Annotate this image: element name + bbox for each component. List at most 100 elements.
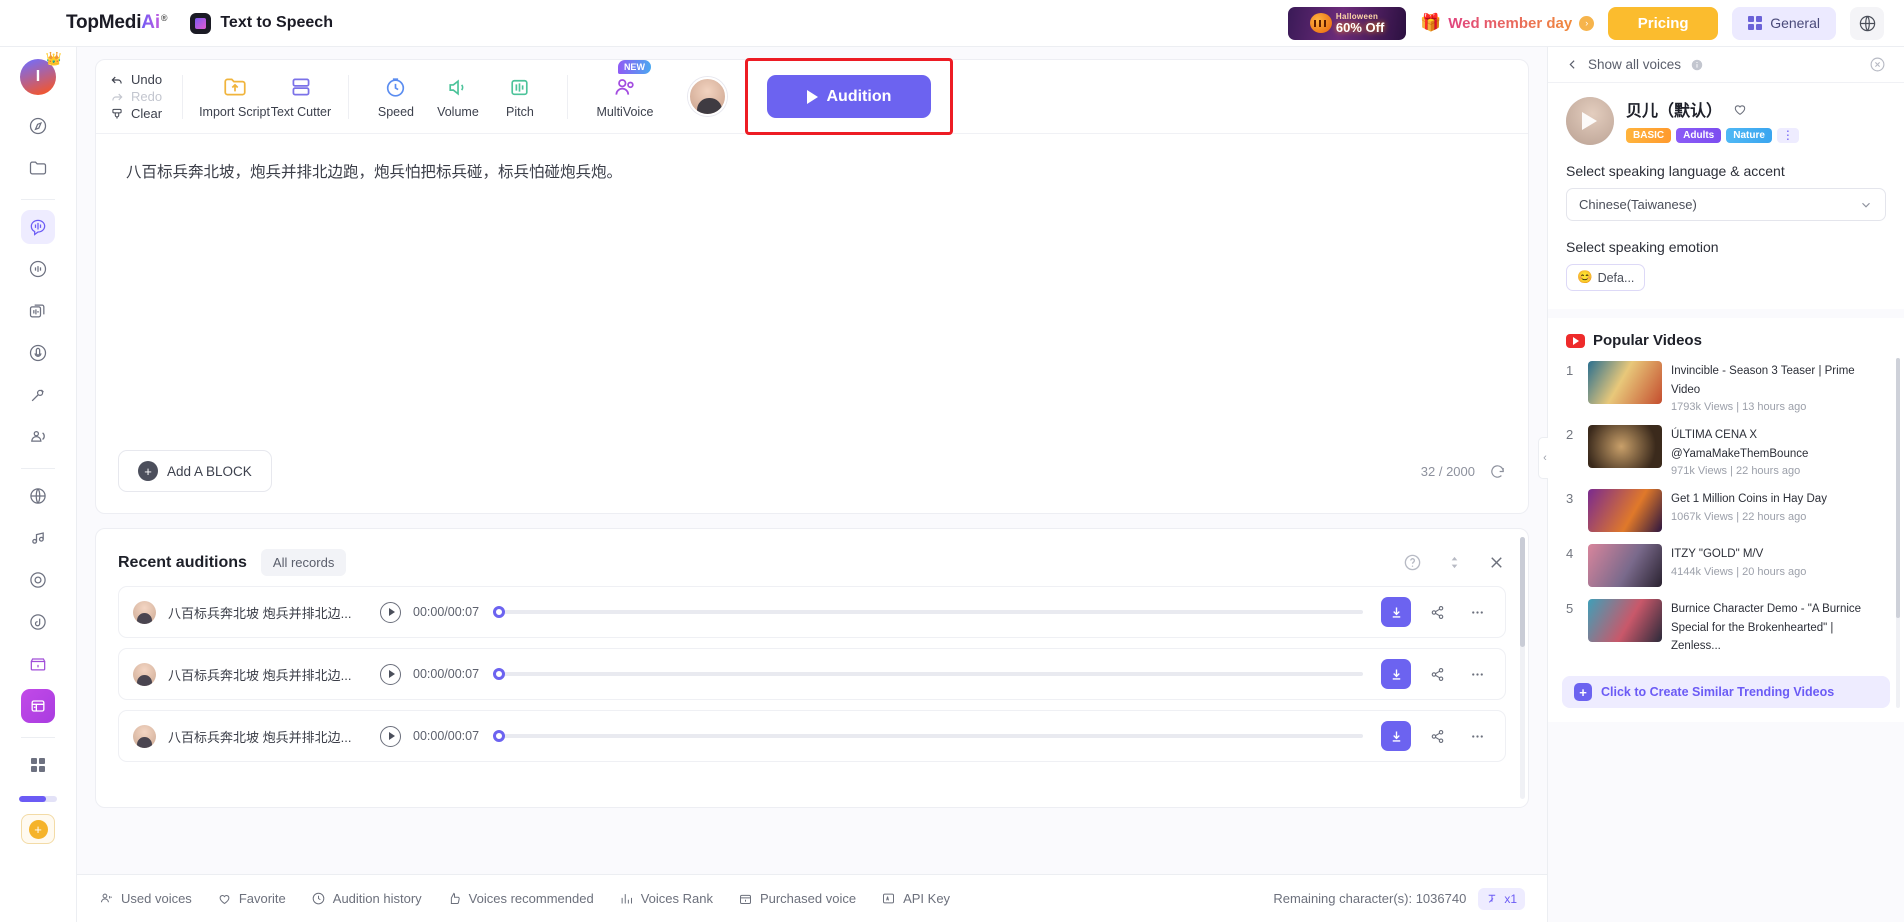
create-similar-videos-button[interactable]: + Click to Create Similar Trending Video…	[1562, 676, 1890, 708]
gift-icon: 🎁	[1420, 13, 1442, 32]
audio-progress-slider[interactable]	[493, 730, 1363, 742]
slider-knob[interactable]	[493, 606, 506, 618]
undo-button[interactable]: Undo	[110, 72, 162, 87]
language-select[interactable]: Chinese(Taiwanese)	[1566, 188, 1886, 221]
audition-row[interactable]: 八百标兵奔北坡 炮兵并排北边... 00:00/00:07	[118, 710, 1506, 762]
heart-icon[interactable]	[1732, 101, 1748, 117]
volume-label: Volume	[437, 104, 479, 119]
voice-name: 贝儿（默认）	[1626, 103, 1723, 120]
footer-item-favorite[interactable]: Favorite	[217, 891, 286, 906]
audition-row[interactable]: 八百标兵奔北坡 炮兵并排北边... 00:00/00:07	[118, 648, 1506, 700]
share-button[interactable]	[1423, 660, 1451, 688]
videos-scrollbar-thumb[interactable]	[1896, 358, 1900, 618]
purchased-icon	[739, 894, 751, 904]
play-button[interactable]	[380, 663, 401, 685]
download-button[interactable]	[1381, 721, 1411, 751]
text-cutter-button[interactable]: Text Cutter	[270, 74, 332, 119]
close-icon[interactable]	[1487, 553, 1506, 572]
user-avatar[interactable]: I 👑	[20, 51, 62, 95]
video-rank: 4	[1566, 546, 1574, 562]
sidebar-item-discover[interactable]	[21, 109, 55, 143]
audition-row[interactable]: 八百标兵奔北坡 炮兵并排北边... 00:00/00:07	[118, 586, 1506, 638]
playback-speed-chip[interactable]: x1	[1478, 887, 1525, 910]
voice-more-button[interactable]: ⋮	[1776, 128, 1799, 144]
more-button[interactable]	[1463, 660, 1491, 688]
pricing-button[interactable]: Pricing	[1608, 6, 1719, 40]
download-button[interactable]	[1381, 597, 1411, 627]
halloween-promo-banner[interactable]: Halloween 60% Off	[1288, 6, 1407, 40]
audio-progress-slider[interactable]	[493, 668, 1363, 680]
share-button[interactable]	[1423, 598, 1451, 626]
sidebar-item-store[interactable]	[21, 647, 55, 681]
voice-avatar[interactable]	[1566, 97, 1614, 145]
slider-knob[interactable]	[493, 668, 506, 680]
footer-item-api-key[interactable]: API Key	[881, 891, 950, 906]
info-icon[interactable]	[1690, 58, 1704, 72]
audio-progress-slider[interactable]	[493, 606, 1363, 618]
sort-icon[interactable]	[1446, 554, 1463, 571]
play-button[interactable]	[380, 725, 401, 747]
brand-name: TopMediAi®	[66, 12, 168, 33]
clear-label: Clear	[131, 106, 163, 121]
sidebar-item-translator[interactable]	[21, 479, 55, 513]
member-day-banner[interactable]: 🎁 Wed member day ›	[1420, 13, 1595, 33]
download-button[interactable]	[1381, 659, 1411, 689]
sidebar-item-text-to-speech[interactable]	[21, 210, 55, 244]
sidebar-item-voice-recorder[interactable]	[21, 378, 55, 412]
footer-item-audition-history[interactable]: Audition history	[311, 891, 422, 906]
store-icon	[30, 658, 46, 671]
add-credits-button[interactable]: +	[21, 814, 55, 844]
sidebar-item-voice-clone[interactable]	[21, 336, 55, 370]
pitch-button[interactable]: Pitch	[489, 75, 551, 119]
video-item[interactable]: 3 Get 1 Million Coins in Hay Day 1067k V…	[1566, 489, 1886, 533]
sidebar-item-voice-changer[interactable]	[21, 252, 55, 286]
emotion-chip[interactable]: 😊 Defa...	[1566, 264, 1646, 291]
footer-item-used-voices[interactable]: Used voices	[99, 891, 192, 906]
chevron-left-icon[interactable]	[1566, 58, 1579, 71]
speed-button[interactable]: Speed	[365, 75, 427, 119]
show-all-voices-label[interactable]: Show all voices	[1588, 57, 1681, 72]
more-button[interactable]	[1463, 722, 1491, 750]
right-panel-close[interactable]	[1869, 56, 1886, 73]
brand[interactable]: TopMediAi® Text to Speech	[66, 12, 333, 34]
general-button[interactable]: General	[1732, 6, 1836, 40]
sidebar-item-music[interactable]	[21, 521, 55, 555]
video-item[interactable]: 1 Invincible - Season 3 Teaser | Prime V…	[1566, 361, 1886, 413]
play-button[interactable]	[380, 601, 401, 623]
selected-voice-avatar[interactable]	[687, 77, 727, 116]
editor-footer: + Add A BLOCK 32 / 2000	[96, 429, 1528, 513]
video-meta: 971k Views | 22 hours ago	[1671, 465, 1801, 478]
language-globe-button[interactable]	[1850, 6, 1884, 40]
footer-item-voices-recommended[interactable]: Voices recommended	[447, 891, 594, 906]
refresh-icon[interactable]	[1489, 463, 1506, 480]
import-script-button[interactable]: Import Script	[199, 74, 270, 119]
audition-button[interactable]: Audition	[766, 75, 931, 118]
add-block-button[interactable]: + Add A BLOCK	[118, 450, 272, 492]
volume-button[interactable]: Volume	[427, 75, 489, 119]
character-counter: 32 / 2000	[1420, 463, 1475, 479]
audition-highlight-box: Audition	[744, 58, 953, 135]
slider-knob[interactable]	[493, 730, 506, 742]
sidebar-item-apps[interactable]	[21, 748, 55, 782]
sidebar-item-tiktok[interactable]	[21, 605, 55, 639]
sidebar-item-speech-to-text[interactable]	[21, 420, 55, 454]
footer-item-voices-rank[interactable]: Voices Rank	[619, 891, 713, 906]
right-panel-header: Show all voices	[1548, 47, 1904, 83]
script-textarea[interactable]: 八百标兵奔北坡，炮兵并排北边跑，炮兵怕把标兵碰，标兵怕碰炮兵炮。	[96, 134, 1528, 212]
all-records-button[interactable]: All records	[260, 549, 347, 576]
help-icon[interactable]	[1403, 553, 1422, 572]
sidebar-item-multi-track[interactable]	[21, 294, 55, 328]
recent-scrollbar-thumb[interactable]	[1520, 537, 1525, 647]
footer-item-purchased-voice[interactable]: Purchased voice	[738, 891, 856, 906]
more-button[interactable]	[1463, 598, 1491, 626]
sidebar-item-vinyl[interactable]	[21, 563, 55, 597]
multivoice-button[interactable]: NEW MultiVoice	[584, 60, 666, 119]
video-item[interactable]: 4 ITZY "GOLD" M/V 4144k Views | 20 hours…	[1566, 544, 1886, 588]
video-item[interactable]: 5 Burnice Character Demo - "A Burnice Sp…	[1566, 599, 1886, 658]
sidebar-item-folder[interactable]	[21, 151, 55, 185]
sidebar-item-ai-tools[interactable]	[21, 689, 55, 723]
clear-button[interactable]: Clear	[110, 106, 162, 121]
share-button[interactable]	[1423, 722, 1451, 750]
video-item[interactable]: 2 ÚLTIMA CENA X @YamaMakeThemBounce 971k…	[1566, 425, 1886, 477]
redo-button[interactable]: Redo	[110, 89, 162, 104]
